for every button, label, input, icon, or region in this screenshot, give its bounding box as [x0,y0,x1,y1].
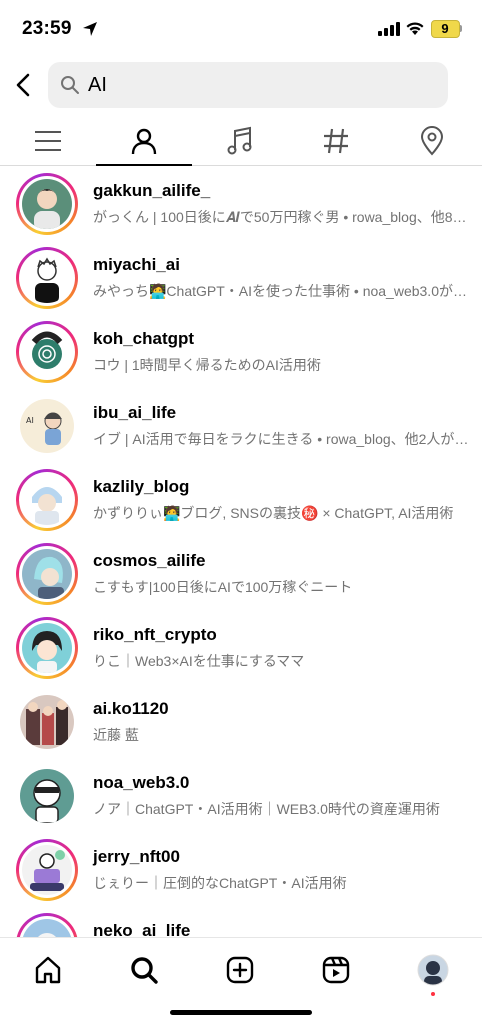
location-pin-icon [420,126,444,156]
hashtag-icon [324,128,348,154]
username: kazlily_blog [93,477,190,496]
notification-dot [431,992,435,996]
home-icon [35,956,61,984]
username: neko_ai_life [93,921,191,937]
search-row [0,62,482,108]
search-tabs [0,117,482,166]
subtitle: コウ | 1時間早く帰るためのAI活用術 [93,357,321,373]
username: gakkun_ailife_ [93,181,211,200]
list-item[interactable]: miyachi_ai みやっち🧑‍💻ChatGPT・AIを使った仕事術 • no… [0,241,482,315]
subtitle: かずりりぃ🧑‍💻ブログ, SNSの裏技㊙️ × ChatGPT, AI活用術 [93,505,454,521]
subtitle: りこ｜Web3×AIを仕事にするママ [93,653,305,669]
avatar [22,845,72,895]
username: koh_chatgpt [93,329,195,348]
list-item[interactable]: AI ibu_ai_life イブ | AI活用で毎日をラクに生きる • row… [0,389,482,463]
status-time: 23:59 [22,18,72,39]
status-bar: 23:59 9 [0,0,482,58]
results-list: gakkun_ailife_ がっくん | 100日後に𝑨𝑰で50万円稼ぐ男 •… [0,167,482,937]
story-ring[interactable] [16,543,78,605]
list-item[interactable]: ai.ko1120 近藤 藍 [0,685,482,759]
tab-tags[interactable] [288,117,384,165]
search-input[interactable] [88,62,428,108]
avatar [22,327,72,377]
story-ring[interactable] [16,321,78,383]
list-item[interactable]: jerry_nft00 じぇりー｜圧倒的なChatGPT・AI活用術 [0,833,482,907]
avatar: AI [20,399,74,453]
search-box[interactable] [48,62,448,108]
list-item[interactable]: noa_web3.0 ノア｜ChatGPT・AI活用術｜WEB3.0時代の資産運… [0,759,482,833]
story-ring[interactable] [16,247,78,309]
nav-search[interactable] [124,950,164,990]
list-item[interactable]: cosmos_ailife こすもす|100日後にAIで100万稼ぐニート [0,537,482,611]
nav-profile[interactable] [413,950,453,990]
subtitle: がっくん | 100日後に𝑨𝑰で50万円稼ぐ男 • rowa_blog、他8人が… [93,209,473,225]
subtitle: ノア｜ChatGPT・AI活用術｜WEB3.0時代の資産運用術 [93,801,440,817]
reels-icon [322,956,350,984]
username: jerry_nft00 [93,847,180,866]
person-icon [131,128,157,155]
avatar-frame[interactable]: AI [16,395,78,457]
tab-places[interactable] [384,117,480,165]
username: ibu_ai_life [93,403,177,422]
username: cosmos_ailife [93,551,206,570]
story-ring[interactable] [16,469,78,531]
list-item[interactable]: kazlily_blog かずりりぃ🧑‍💻ブログ, SNSの裏技㊙️ × Cha… [0,463,482,537]
location-arrow-icon [83,22,97,36]
avatar-frame[interactable] [16,765,78,827]
list-icon [35,131,61,151]
magnifier-icon [61,76,79,94]
avatar [22,623,72,673]
list-item[interactable]: riko_nft_crypto りこ｜Web3×AIを仕事にするママ [0,611,482,685]
nav-reels[interactable] [316,950,356,990]
svg-text:AI: AI [26,416,34,425]
avatar [22,253,72,303]
story-ring[interactable] [16,839,78,901]
story-ring[interactable] [16,173,78,235]
plus-square-icon [226,956,254,984]
avatar [22,549,72,599]
tab-accounts[interactable] [96,117,192,166]
list-item[interactable]: gakkun_ailife_ がっくん | 100日後に𝑨𝑰で50万円稼ぐ男 •… [0,167,482,241]
tab-audio[interactable] [192,117,288,165]
list-item[interactable]: koh_chatgpt コウ | 1時間早く帰るためのAI活用術 [0,315,482,389]
username: riko_nft_crypto [93,625,217,644]
username: noa_web3.0 [93,773,190,792]
list-item[interactable]: neko_ai_life [0,907,482,937]
avatar-frame[interactable] [16,691,78,753]
battery-level: 9 [441,21,449,36]
wifi-icon [406,22,424,35]
nav-home[interactable] [28,950,68,990]
story-ring[interactable] [16,913,78,937]
username: ai.ko1120 [93,699,169,718]
subtitle: 近藤 藍 [93,727,139,743]
story-ring[interactable] [16,617,78,679]
chevron-left-icon[interactable] [10,70,38,100]
avatar-icon [417,954,449,986]
subtitle: イブ | AI活用で毎日をラクに生きる • rowa_blog、他2人がフォロー… [93,431,473,447]
battery-icon: 9 [431,20,463,38]
subtitle: みやっち🧑‍💻ChatGPT・AIを使った仕事術 • noa_web3.0がフォ… [93,283,473,299]
home-indicator[interactable] [170,1010,312,1015]
subtitle: こすもす|100日後にAIで100万稼ぐニート [93,579,353,595]
avatar [20,769,74,823]
music-note-icon [227,126,252,155]
avatar [22,475,72,525]
cellular-signal-icon [378,22,400,36]
avatar [22,919,72,937]
search-icon [131,957,158,984]
tab-top[interactable] [0,117,96,165]
avatar [20,695,74,749]
username: miyachi_ai [93,255,180,274]
nav-create[interactable] [220,950,260,990]
avatar [22,179,72,229]
subtitle: じぇりー｜圧倒的なChatGPT・AI活用術 [93,875,347,891]
